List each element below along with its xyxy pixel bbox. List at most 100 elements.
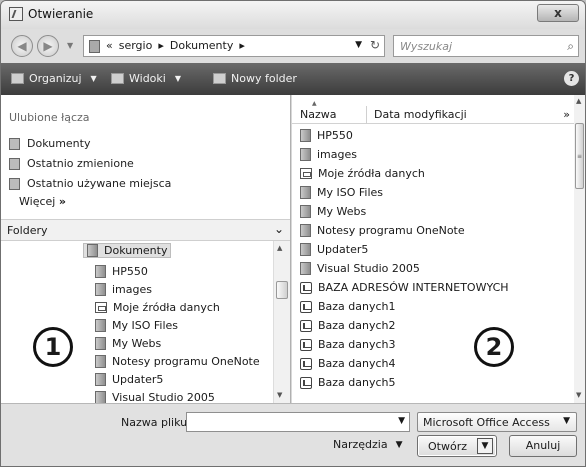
list-item[interactable]: Baza danych2 <box>300 319 396 332</box>
favorite-label: Ostatnio zmienione <box>27 157 134 170</box>
tree-item[interactable]: My ISO Files <box>95 319 178 332</box>
back-button[interactable]: ◀ <box>11 35 33 57</box>
list-item[interactable]: Moje źródła danych <box>300 167 425 180</box>
tools-menu[interactable]: Narzędzia ▼ <box>333 438 403 451</box>
file-name: Baza danych2 <box>318 319 396 332</box>
open-label: Otwórz <box>428 440 467 453</box>
file-list-scrollbar[interactable]: ▲ ≡ ▼ <box>574 95 585 403</box>
breadcrumb-separator-icon[interactable]: ▸ <box>239 39 245 52</box>
scroll-down-icon[interactable]: ▼ <box>277 391 282 399</box>
search-input[interactable]: Wyszukaj ⌕ <box>393 35 579 57</box>
tree-item-dokumenty[interactable]: Dokumenty <box>83 243 172 258</box>
file-name: Baza danych1 <box>318 300 396 313</box>
breadcrumb-separator-icon[interactable]: ▸ <box>158 39 164 52</box>
breadcrumb-dokumenty[interactable]: Dokumenty <box>170 39 233 52</box>
column-divider[interactable] <box>366 106 367 124</box>
access-db-icon <box>300 319 312 332</box>
filetype-select[interactable]: Microsoft Office Access ▼ <box>417 412 577 432</box>
new-folder-button[interactable]: Nowy folder <box>213 72 297 85</box>
tree-item[interactable]: Notesy programu OneNote <box>95 355 260 368</box>
list-item[interactable]: Baza danych3 <box>300 338 396 351</box>
favorite-documents[interactable]: Dokumenty <box>9 137 90 150</box>
list-item[interactable]: Baza danych1 <box>300 300 396 313</box>
address-dropdown-icon[interactable]: ▼ <box>355 40 362 50</box>
forward-button[interactable]: ▶ <box>37 35 59 57</box>
organize-button[interactable]: Organizuj ▼ <box>11 72 97 85</box>
chevron-down-icon: ▼ <box>174 74 181 83</box>
views-label: Widoki <box>129 72 166 85</box>
scroll-thumb[interactable] <box>276 281 288 299</box>
organize-icon <box>11 73 24 84</box>
list-item[interactable]: HP550 <box>300 129 353 142</box>
cancel-button[interactable]: Anuluj <box>509 435 577 457</box>
organize-label: Organizuj <box>29 72 82 85</box>
access-db-icon <box>300 357 312 370</box>
file-list-pane: ▲ Nazwa Data modyfikacji » HP550 images … <box>292 95 585 403</box>
column-header-date[interactable]: Data modyfikacji <box>374 108 467 121</box>
chevron-down-icon[interactable]: ⌄ <box>274 222 284 236</box>
file-name: images <box>317 148 357 161</box>
more-columns-icon[interactable]: » <box>563 108 570 121</box>
search-icon[interactable]: ⌕ <box>567 39 574 54</box>
tree-item-label: Notesy programu OneNote <box>112 355 260 368</box>
folders-header[interactable]: Foldery ⌄ <box>1 219 290 241</box>
folder-icon <box>89 40 100 53</box>
file-name: Updater5 <box>317 243 369 256</box>
list-item[interactable]: images <box>300 148 357 161</box>
new-folder-label: Nowy folder <box>231 72 297 85</box>
open-options-dropdown[interactable]: ▼ <box>477 438 493 454</box>
folder-icon <box>95 373 106 386</box>
folder-icon <box>95 319 106 332</box>
folder-tree-scrollbar[interactable]: ▲ ▼ <box>273 241 290 403</box>
scroll-up-icon[interactable]: ▲ <box>277 244 282 252</box>
recent-pages-dropdown-icon[interactable]: ▼ <box>67 41 73 50</box>
file-name: Baza danych4 <box>318 357 396 370</box>
chevron-down-icon: ▼ <box>563 416 570 426</box>
favorite-label: Dokumenty <box>27 137 91 150</box>
chevron-down-icon[interactable]: ▼ <box>398 416 405 426</box>
list-item[interactable]: Baza danych5 <box>300 376 396 389</box>
file-name: Moje źródła danych <box>318 167 425 180</box>
scroll-down-icon[interactable]: ▼ <box>576 391 581 399</box>
tree-item[interactable]: My Webs <box>95 337 161 350</box>
tree-item-label: Updater5 <box>112 373 164 386</box>
views-button[interactable]: Widoki ▼ <box>111 72 181 85</box>
column-header-name[interactable]: Nazwa <box>300 108 336 121</box>
list-item[interactable]: My ISO Files <box>300 186 383 199</box>
more-favorites-link[interactable]: Więcej » <box>19 195 66 208</box>
access-db-icon <box>300 338 312 351</box>
favorites-heading: Ulubione łącza <box>9 111 90 124</box>
open-button[interactable]: Otwórz ▼ <box>417 435 497 457</box>
tree-item[interactable]: HP550 <box>95 265 148 278</box>
tree-item[interactable]: Updater5 <box>95 373 163 386</box>
folder-tree: Dokumenty HP550 images Moje źródła danyc… <box>1 241 273 403</box>
folder-icon <box>95 283 106 296</box>
documents-icon <box>9 137 20 150</box>
more-label: Więcej <box>19 195 56 208</box>
list-item[interactable]: Notesy programu OneNote <box>300 224 465 237</box>
folder-icon <box>95 337 106 350</box>
favorite-recently-changed[interactable]: Ostatnio zmienione <box>9 157 134 170</box>
breadcrumb-overflow[interactable]: « <box>106 39 113 52</box>
tree-item[interactable]: Moje źródła danych <box>95 301 220 314</box>
tree-item[interactable]: images <box>95 283 152 296</box>
list-item[interactable]: Updater5 <box>300 243 368 256</box>
filetype-value: Microsoft Office Access <box>423 416 550 429</box>
breadcrumb-sergio[interactable]: sergio <box>119 39 153 52</box>
tree-item[interactable]: Visual Studio 2005 <box>95 391 215 403</box>
folder-icon <box>300 148 311 161</box>
address-row: ◀ ▶ ▼ « sergio ▸ Dokumenty ▸ ▼ ↻ Wyszuka… <box>1 29 585 63</box>
filename-field[interactable]: ▼ <box>186 412 410 432</box>
list-item[interactable]: Visual Studio 2005 <box>300 262 420 275</box>
list-item[interactable]: Baza danych4 <box>300 357 396 370</box>
address-bar[interactable]: « sergio ▸ Dokumenty ▸ ▼ ↻ <box>83 35 385 57</box>
help-icon[interactable]: ? <box>564 71 579 86</box>
folder-icon <box>300 224 311 237</box>
open-dialog: Otwieranie x ◀ ▶ ▼ « sergio ▸ Dokumenty … <box>0 0 586 467</box>
list-item[interactable]: My Webs <box>300 205 366 218</box>
list-item[interactable]: BAZA ADRESÓW INTERNETOWYCH <box>300 281 509 294</box>
close-button[interactable]: x <box>537 4 579 22</box>
refresh-icon[interactable]: ↻ <box>370 38 380 52</box>
scroll-up-icon[interactable]: ▲ <box>576 97 581 105</box>
favorite-recent-places[interactable]: Ostatnio używane miejsca <box>9 177 171 190</box>
